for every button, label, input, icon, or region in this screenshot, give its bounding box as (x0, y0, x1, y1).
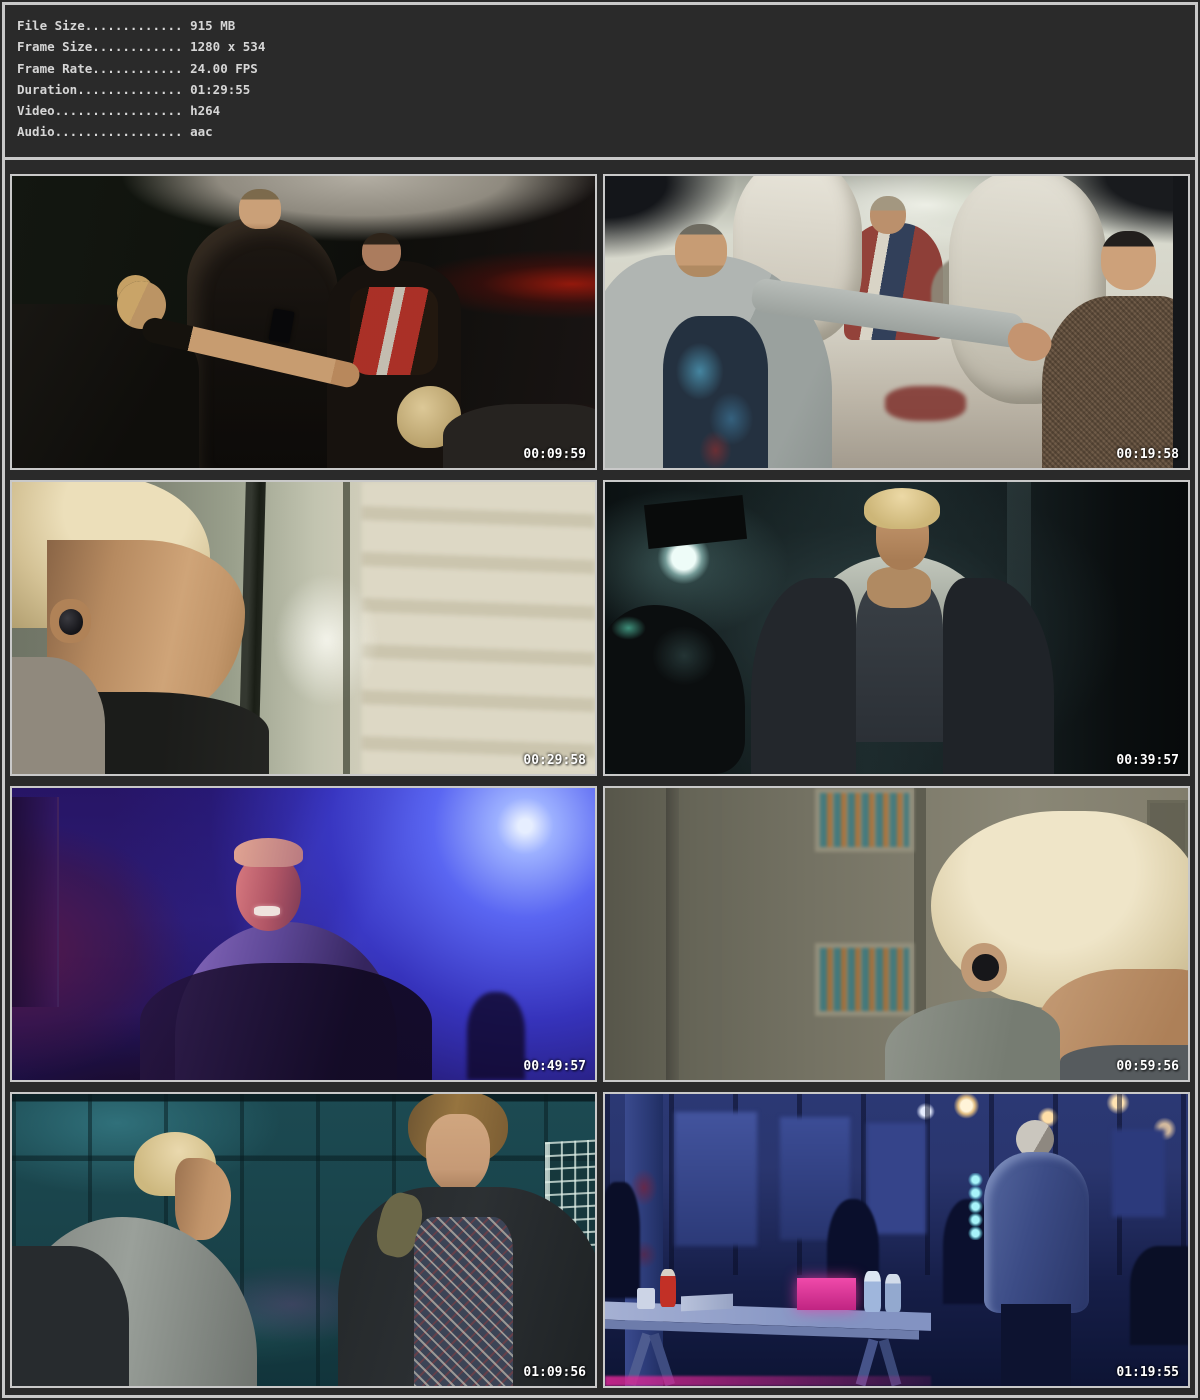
neon-glow-strip (605, 1376, 931, 1386)
jacket (12, 1246, 129, 1386)
figure-hair (234, 838, 304, 867)
video-screenshot-8: 01:19:55 (603, 1092, 1190, 1388)
video-screenshot-4: 00:39:57 (603, 480, 1190, 776)
scene-night-exterior (605, 1094, 1188, 1386)
video-screenshot-3: 00:29:58 (10, 480, 597, 776)
prop-water-bottle (885, 1274, 901, 1312)
car-pillar (1173, 176, 1188, 468)
pole (343, 482, 349, 774)
figure-head (239, 189, 281, 228)
figure-face (175, 1158, 230, 1240)
info-line-frame-rate: Frame Rate............ 24.00 FPS (17, 58, 1195, 79)
timestamp-overlay: 01:09:56 (523, 1365, 586, 1380)
crowd-silhouette (467, 992, 525, 1080)
figure-neck (867, 567, 931, 608)
figure-body (984, 1152, 1089, 1313)
info-line-audio: Audio................. aac (17, 121, 1195, 142)
media-info-sheet: File Size............. 915 MB Frame Size… (0, 0, 1200, 1400)
info-line-video: Video................. h264 (17, 100, 1195, 121)
prop-pink-box (797, 1278, 855, 1310)
figure-hair (864, 488, 940, 529)
light-streak (251, 535, 403, 745)
video-screenshot-6: 00:59:56 (603, 786, 1190, 1082)
timestamp-overlay: 00:09:59 (523, 447, 586, 462)
info-line-frame-size: Frame Size............ 1280 x 534 (17, 36, 1195, 57)
video-screenshot-5: 00:49:57 (10, 786, 597, 1082)
timestamp-overlay: 00:29:58 (523, 753, 586, 768)
window-glow (1112, 1129, 1164, 1217)
info-line-duration: Duration.............. 01:29:55 (17, 79, 1195, 100)
neon-dots (966, 1173, 985, 1240)
figure-head (870, 196, 906, 234)
window-glow (867, 1123, 925, 1234)
figure-silhouette (605, 1182, 640, 1299)
jacket (943, 578, 1054, 774)
scene-hallway-closeup (605, 788, 1188, 1080)
framed-artwork (815, 943, 914, 1016)
video-screenshot-2: 00:19:58 (603, 174, 1190, 470)
window-glow (675, 1112, 757, 1246)
jacket (140, 963, 432, 1080)
video-screenshot-7: 01:09:56 (10, 1092, 597, 1388)
prop-water-bottle (864, 1271, 880, 1312)
doorway-silhouette (12, 797, 59, 1007)
file-info-header: File Size............. 915 MB Frame Size… (5, 5, 1195, 160)
earbud (972, 954, 998, 980)
video-screenshot-1: 00:09:59 (10, 174, 597, 470)
figure-head (362, 233, 402, 271)
figure-legs (1001, 1304, 1071, 1386)
car-silhouette (1130, 1246, 1188, 1345)
framed-artwork (815, 788, 914, 852)
scene-car-interior (605, 176, 1188, 468)
door-trim (713, 788, 722, 1080)
figure-head (1101, 231, 1156, 289)
jacket-panel (350, 287, 437, 375)
floral-shirt (663, 316, 768, 468)
figure-body (1042, 296, 1188, 468)
scene-club-purple (12, 788, 595, 1080)
figure-head (675, 224, 727, 277)
figure-face (426, 1114, 490, 1193)
light-glow (611, 616, 646, 639)
jacket (751, 578, 856, 774)
info-line-file-size: File Size............. 915 MB (17, 15, 1195, 36)
car-floor (885, 386, 967, 421)
timestamp-overlay: 00:59:56 (1116, 1059, 1179, 1074)
grin-teeth (254, 906, 280, 916)
scene-sports-hall (12, 1094, 595, 1386)
earbud (59, 609, 83, 635)
door-trim (666, 788, 679, 1080)
screenshot-grid: 00:09:59 00:19:58 (10, 174, 1190, 1388)
scene-garage (605, 482, 1188, 774)
timestamp-overlay: 01:19:55 (1116, 1365, 1179, 1380)
prop-bottle (660, 1269, 675, 1307)
prop-cup (637, 1288, 654, 1308)
scene-club-room (12, 176, 595, 468)
timestamp-overlay: 00:19:58 (1116, 447, 1179, 462)
timestamp-overlay: 00:39:57 (1116, 753, 1179, 768)
timestamp-overlay: 00:49:57 (523, 1059, 586, 1074)
light-flag (644, 494, 747, 548)
scene-street-profile (12, 482, 595, 774)
patterned-sweater (414, 1217, 513, 1386)
